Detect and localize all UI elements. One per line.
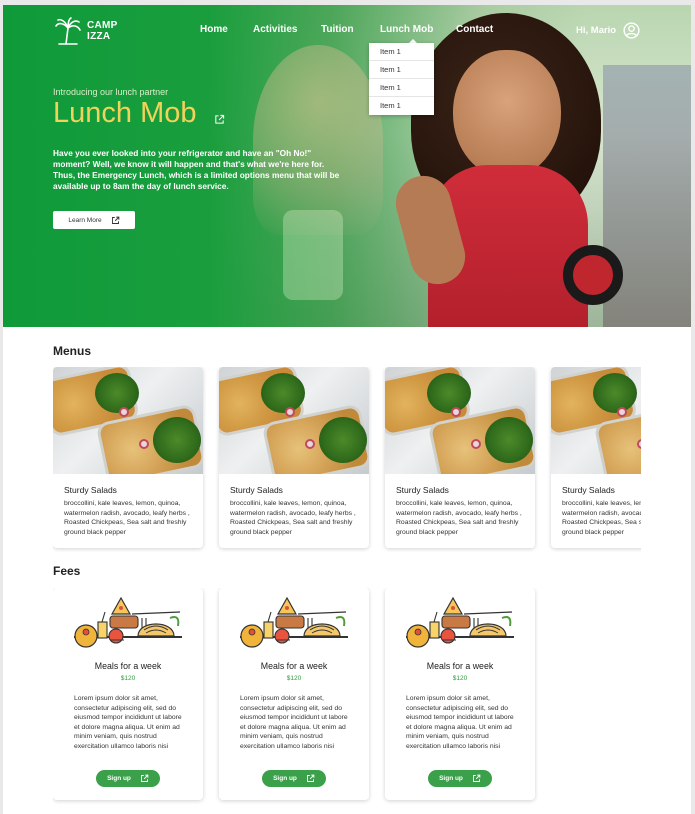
sign-up-label: Sign up bbox=[273, 775, 297, 782]
meal-illustration bbox=[406, 596, 514, 648]
sign-up-button[interactable]: Sign up bbox=[262, 770, 326, 787]
menu-card[interactable]: Sturdy Salads broccollini, kale leaves, … bbox=[219, 367, 369, 548]
brand-name-line2: IZZA bbox=[87, 31, 111, 42]
hero-photo-tricycle bbox=[563, 245, 623, 305]
brand-name: CAMP IZZA bbox=[87, 20, 118, 42]
menu-card[interactable]: Sturdy Salads broccollini, kale leaves, … bbox=[53, 367, 203, 548]
fee-price: $120 bbox=[286, 675, 302, 682]
menu-description: broccollini, kale leaves, lemon, quinoa,… bbox=[396, 500, 522, 536]
nav-item-activities[interactable]: Activities bbox=[253, 24, 297, 35]
external-link-icon[interactable] bbox=[214, 114, 225, 125]
nav-item-lunch-mob[interactable]: Lunch Mob bbox=[380, 24, 433, 35]
menu-description: broccollini, kale leaves, lemon, quinoa,… bbox=[230, 500, 356, 536]
menu-name: Sturdy Salads bbox=[230, 485, 283, 495]
menu-photo bbox=[551, 367, 641, 474]
hero-description: Have you ever looked into your refrigera… bbox=[53, 148, 340, 191]
menu-description: broccollini, kale leaves, lemon, quinoa,… bbox=[64, 500, 190, 536]
external-link-icon bbox=[472, 774, 481, 782]
menus-heading: Menus bbox=[53, 344, 92, 358]
fee-card: Meals for a week $120 Lorem ipsum dolor … bbox=[53, 588, 203, 800]
hero-banner: CAMP IZZA Home Activities Tuition Lunch … bbox=[3, 5, 691, 327]
menu-card[interactable]: Sturdy Salads broccollini, kale leaves, … bbox=[385, 367, 535, 548]
fee-name: Meals for a week bbox=[426, 661, 494, 671]
user-circle-icon bbox=[623, 22, 640, 39]
nav-item-home[interactable]: Home bbox=[200, 24, 228, 35]
dropdown-item[interactable]: Item 1 bbox=[369, 43, 434, 61]
sign-up-button[interactable]: Sign up bbox=[428, 770, 492, 787]
sign-up-label: Sign up bbox=[107, 775, 131, 782]
fee-name: Meals for a week bbox=[94, 661, 162, 671]
menu-name: Sturdy Salads bbox=[64, 485, 117, 495]
dropdown-item[interactable]: Item 1 bbox=[369, 61, 434, 79]
fees-heading: Fees bbox=[53, 564, 81, 578]
fee-price: $120 bbox=[120, 675, 136, 682]
hero-photo-background-child bbox=[253, 45, 383, 235]
hero-photo-jar bbox=[283, 210, 343, 300]
lunch-mob-dropdown: Item 1 Item 1 Item 1 Item 1 bbox=[369, 43, 434, 115]
fees-list: Meals for a week $120 Lorem ipsum dolor … bbox=[53, 588, 641, 806]
nav-item-tuition[interactable]: Tuition bbox=[321, 24, 354, 35]
menu-description: broccollini, kale leaves, lemon, quinoa,… bbox=[562, 500, 641, 536]
fee-description: Lorem ipsum dolor sit amet, consectetur … bbox=[240, 695, 348, 750]
nav-item-contact[interactable]: Contact bbox=[456, 24, 493, 35]
page: CAMP IZZA Home Activities Tuition Lunch … bbox=[3, 5, 691, 814]
fee-card: Meals for a week $120 Lorem ipsum dolor … bbox=[219, 588, 369, 800]
menu-name: Sturdy Salads bbox=[396, 485, 449, 495]
sign-up-button[interactable]: Sign up bbox=[96, 770, 160, 787]
external-link-icon bbox=[111, 216, 119, 224]
learn-more-label: Learn More bbox=[68, 216, 102, 224]
menu-photo bbox=[53, 367, 203, 474]
menu-card[interactable]: Sturdy Salads broccollini, kale leaves, … bbox=[551, 367, 641, 548]
fee-price: $120 bbox=[452, 675, 468, 682]
external-link-icon bbox=[140, 774, 149, 782]
meal-illustration bbox=[240, 596, 348, 648]
meal-illustration bbox=[74, 596, 182, 648]
fee-name: Meals for a week bbox=[260, 661, 328, 671]
hero-photo-child-face bbox=[453, 50, 561, 178]
user-menu[interactable]: Hi, Mario bbox=[576, 22, 640, 39]
dropdown-item[interactable]: Item 1 bbox=[369, 97, 434, 115]
fee-description: Lorem ipsum dolor sit amet, consectetur … bbox=[406, 695, 514, 750]
hero-title: Lunch Mob bbox=[53, 97, 197, 129]
dropdown-item[interactable]: Item 1 bbox=[369, 79, 434, 97]
learn-more-button[interactable]: Learn More bbox=[53, 211, 135, 229]
menus-carousel[interactable]: Sturdy Salads broccollini, kale leaves, … bbox=[53, 367, 641, 553]
fee-card: Meals for a week $120 Lorem ipsum dolor … bbox=[385, 588, 535, 800]
menu-photo bbox=[385, 367, 535, 474]
external-link-icon bbox=[306, 774, 315, 782]
fee-description: Lorem ipsum dolor sit amet, consectetur … bbox=[74, 695, 182, 750]
menu-name: Sturdy Salads bbox=[562, 485, 615, 495]
menu-photo bbox=[219, 367, 369, 474]
brand-name-line1: CAMP bbox=[87, 20, 118, 31]
hero-intro: Introducing our lunch partner bbox=[53, 87, 169, 97]
user-greeting: Hi, Mario bbox=[576, 25, 617, 36]
sign-up-label: Sign up bbox=[439, 775, 463, 782]
brand-logo[interactable]: CAMP IZZA bbox=[53, 16, 118, 46]
palm-tree-icon bbox=[55, 17, 81, 45]
